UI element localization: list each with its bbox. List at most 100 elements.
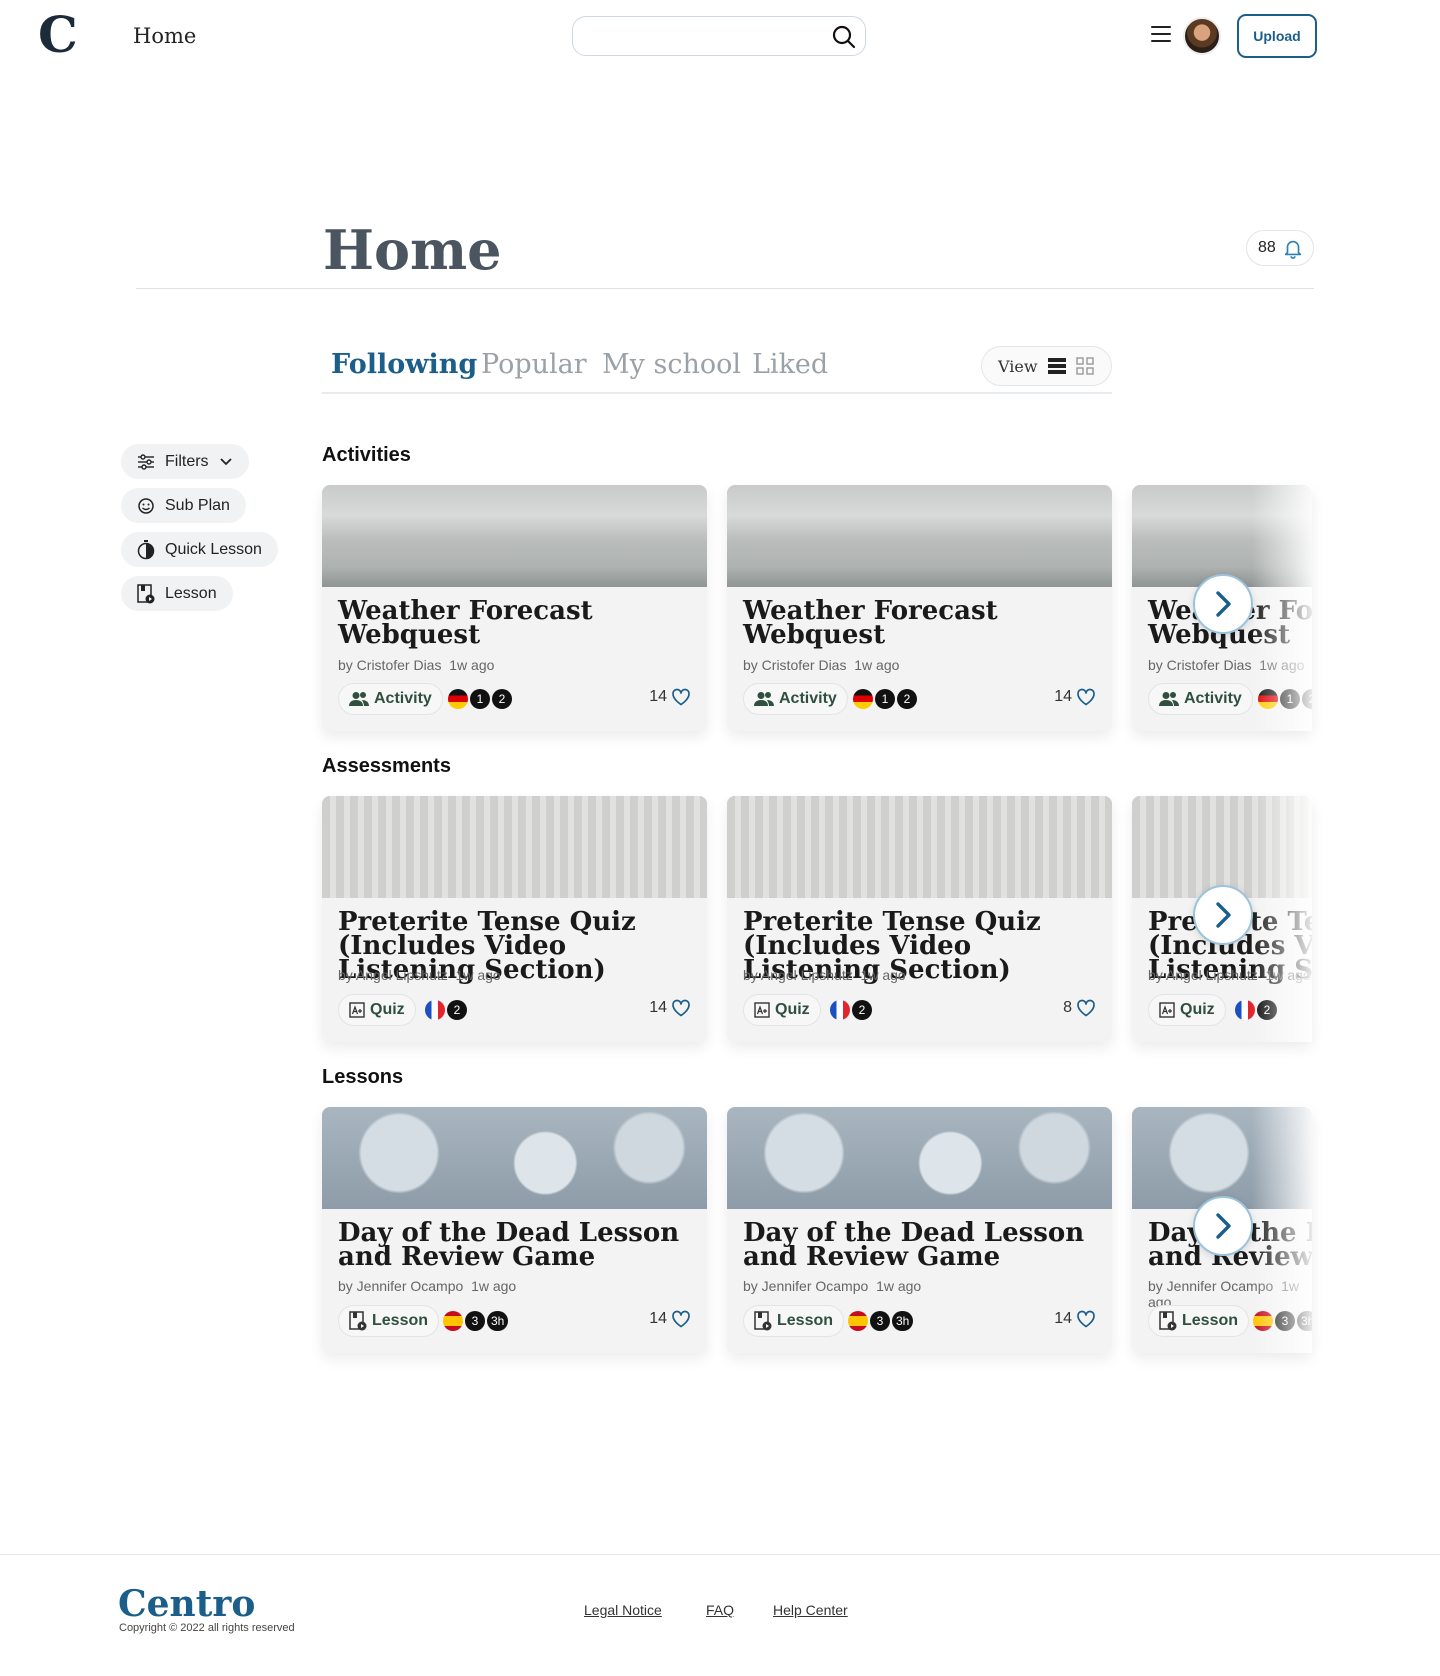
footer-logo[interactable]: Centro — [118, 1583, 255, 1625]
lesson-icon — [349, 1311, 367, 1331]
heart-icon — [1077, 688, 1095, 706]
card-thumbnail — [727, 796, 1112, 898]
chevron-right-icon — [1216, 591, 1231, 617]
people-icon — [754, 692, 774, 706]
card-meta: by Cristofer Dias 1w ago — [743, 657, 899, 673]
carousel-next-button[interactable] — [1193, 574, 1253, 634]
level-badge: 2 — [852, 1000, 872, 1020]
section-title: Assessments — [322, 755, 451, 777]
avatar[interactable] — [1183, 17, 1221, 55]
tab-my-school[interactable]: My school — [602, 349, 741, 380]
type-label: Quiz — [1180, 1001, 1215, 1018]
type-badge[interactable]: Lesson — [338, 1305, 440, 1337]
hamburger-menu-icon[interactable] — [1151, 26, 1171, 42]
sub-plan-button[interactable]: Sub Plan — [121, 488, 246, 523]
type-label: Quiz — [370, 1001, 405, 1018]
faq-link[interactable]: FAQ — [706, 1602, 734, 1618]
chevron-down-icon — [219, 457, 232, 465]
content-card[interactable]: Preterite Tense Quiz (Includes Video Lis… — [727, 796, 1112, 1042]
card-author[interactable]: by Cristofer Dias — [743, 657, 846, 673]
tab-following[interactable]: Following — [331, 349, 477, 380]
like-button[interactable]: 14 — [649, 688, 691, 706]
card-author[interactable]: by Jennifer Ocampo — [338, 1278, 463, 1294]
card-title[interactable]: Weather Forecast Webquest — [743, 598, 1098, 648]
type-badge[interactable]: Quiz — [1148, 994, 1226, 1026]
grid-view-icon[interactable] — [1075, 357, 1094, 375]
type-badge[interactable]: Activity — [1148, 683, 1253, 715]
sub-plan-icon — [138, 497, 154, 514]
like-button[interactable]: 14 — [1054, 688, 1096, 706]
level-badge: 3 — [465, 1311, 485, 1331]
lesson-button[interactable]: Lesson — [121, 576, 233, 611]
like-button[interactable]: 8 — [1063, 999, 1096, 1017]
heart-icon — [1077, 999, 1095, 1017]
type-badge[interactable]: Lesson — [1148, 1305, 1250, 1337]
lesson-icon — [754, 1311, 772, 1331]
card-title[interactable]: Day of the Dead Lesson and Review Game — [743, 1220, 1098, 1270]
help-center-link[interactable]: Help Center — [773, 1602, 848, 1618]
type-badge[interactable]: Quiz — [338, 994, 416, 1026]
card-author[interactable]: by Angel Lipshutz — [1148, 967, 1258, 983]
level-badge: 3 — [870, 1311, 890, 1331]
tab-liked[interactable]: Liked — [752, 349, 828, 380]
badge-group: 12 — [448, 689, 512, 709]
level-badge: 2 — [897, 689, 917, 709]
type-badge[interactable]: Lesson — [743, 1305, 845, 1337]
quiz-icon — [754, 1002, 770, 1018]
brand-logo[interactable]: C — [38, 10, 78, 60]
like-count: 14 — [649, 999, 667, 1016]
like-button[interactable]: 14 — [649, 999, 691, 1017]
carousel-next-button[interactable] — [1193, 885, 1253, 945]
nav-home-link[interactable]: Home — [133, 24, 196, 48]
card-meta: by Angel Lipshutz 1w ago — [338, 967, 501, 983]
section-title: Activities — [322, 444, 411, 466]
card-meta: by Cristofer Dias 1w ago — [338, 657, 494, 673]
lesson-icon — [137, 583, 155, 603]
level-badge: 3h — [892, 1311, 914, 1331]
type-label: Lesson — [372, 1312, 429, 1329]
view-toggle[interactable]: View — [981, 346, 1112, 386]
tab-popular[interactable]: Popular — [481, 349, 587, 380]
content-card[interactable]: Day of the Dead Lesson and Review Game by… — [727, 1107, 1112, 1353]
quiz-icon — [349, 1002, 365, 1018]
list-view-icon[interactable] — [1047, 357, 1066, 375]
like-count: 8 — [1063, 999, 1072, 1016]
content-card[interactable]: Weather Forecast Webquest by Cristofer Di… — [727, 485, 1112, 731]
card-author[interactable]: by Angel Lipshutz — [338, 967, 448, 983]
like-button[interactable]: 14 — [1054, 1310, 1096, 1328]
carousel-fade — [1252, 485, 1312, 731]
type-badge[interactable]: Activity — [338, 683, 443, 715]
badge-group: 12 — [853, 689, 917, 709]
filters-button[interactable]: Filters — [121, 444, 249, 479]
level-badge: 1 — [470, 689, 490, 709]
type-badge[interactable]: Quiz — [743, 994, 821, 1026]
type-badge[interactable]: Activity — [743, 683, 848, 715]
like-button[interactable]: 14 — [649, 1310, 691, 1328]
carousel-next-button[interactable] — [1193, 1196, 1253, 1256]
heart-icon — [672, 688, 690, 706]
card-author[interactable]: by Angel Lipshutz — [743, 967, 853, 983]
card-title[interactable]: Weather Forecast Webquest — [338, 598, 693, 648]
footer-divider — [0, 1554, 1440, 1555]
card-author[interactable]: by Jennifer Ocampo — [743, 1278, 868, 1294]
quick-lesson-button[interactable]: Quick Lesson — [121, 532, 278, 567]
card-author[interactable]: by Cristofer Dias — [338, 657, 441, 673]
filters-label: Filters — [165, 452, 209, 470]
type-label: Quiz — [775, 1001, 810, 1018]
upload-button[interactable]: Upload — [1237, 14, 1317, 58]
search-input[interactable] — [572, 16, 866, 56]
card-title[interactable]: Day of the Dead Lesson and Review Game — [338, 1220, 693, 1270]
like-count: 14 — [1054, 688, 1072, 705]
card-time: 1w ago — [860, 967, 906, 983]
language-flag-icon — [830, 1000, 850, 1020]
legal-notice-link[interactable]: Legal Notice — [584, 1602, 662, 1618]
content-card[interactable]: Day of the Dead Lesson and Review Game by… — [322, 1107, 707, 1353]
notifications-button[interactable]: 88 — [1246, 230, 1314, 266]
card-time: 1w ago — [455, 967, 501, 983]
card-meta: by Jennifer Ocampo 1w ago — [338, 1278, 516, 1294]
card-author[interactable]: by Cristofer Dias — [1148, 657, 1251, 673]
content-card[interactable]: Weather Forecast Webquest by Cristofer Di… — [322, 485, 707, 731]
badge-group: 33h — [443, 1311, 509, 1331]
content-card[interactable]: Preterite Tense Quiz (Includes Video Lis… — [322, 796, 707, 1042]
search-icon[interactable] — [831, 24, 857, 50]
